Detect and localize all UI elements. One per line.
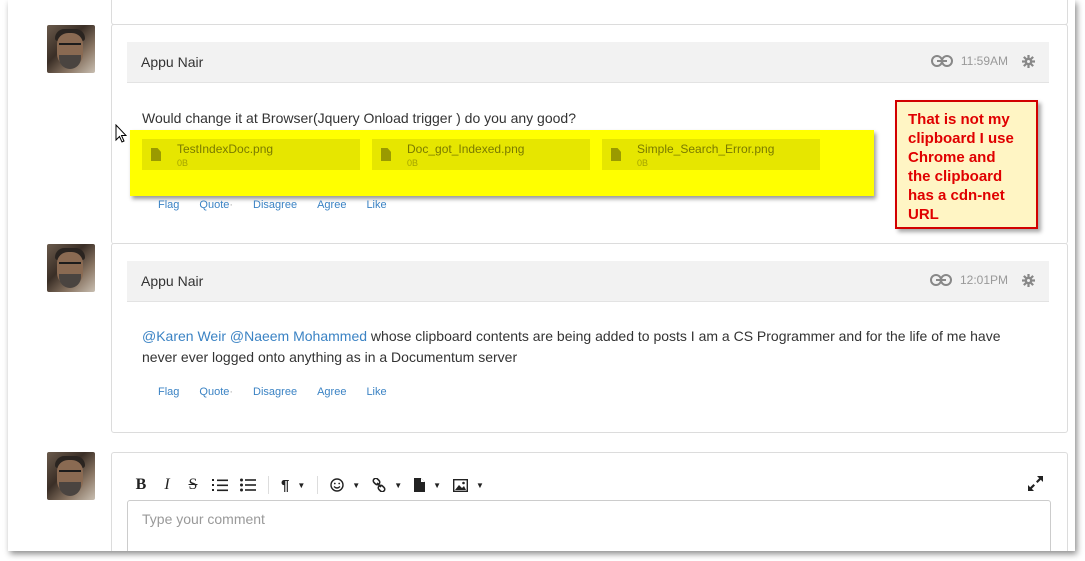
post-actions: Flag Quote · Disagree Agree Like [158,386,407,398]
post-timestamp[interactable]: 11:59AM [961,54,1008,68]
file-icon [381,148,391,161]
quote-link[interactable]: Quote [199,386,229,398]
file-icon [611,148,621,161]
link-icon [372,478,386,492]
caret-down-icon: ▼ [297,480,306,490]
mouse-cursor-icon [115,123,128,149]
mention-link[interactable]: @Karen Weir [142,328,226,344]
attachment[interactable]: Doc_got_Indexed.png 0B [372,139,590,170]
attachments-highlight: TestIndexDoc.png 0B Doc_got_Indexed.png … [130,130,874,196]
attachment-name: Doc_got_Indexed.png [407,142,525,156]
expand-icon[interactable] [1028,476,1043,496]
discussion-screenshot: Appu Nair 11:59AM Would change it at Bro… [8,0,1075,551]
agree-link[interactable]: Agree [317,199,346,211]
attachment-size: 0B [407,158,419,168]
post-body: @Karen Weir @Naeem Mohammed whose clipbo… [142,326,1022,368]
image-icon [453,478,469,492]
separator-dot: · [229,199,234,211]
post-body: Would change it at Browser(Jquery Onload… [142,110,576,126]
file-icon [414,478,426,492]
comment-textarea[interactable] [127,500,1051,551]
attachment-name: TestIndexDoc.png [177,142,274,156]
agree-link[interactable]: Agree [317,386,346,398]
annotation-callout: That is not my clipboard I use Chrome an… [895,100,1038,229]
post-header: Appu Nair 11:59AM [127,42,1049,83]
emoji-dropdown[interactable]: ▼ [330,474,360,496]
attachment-size: 0B [177,158,189,168]
link-dropdown[interactable]: ▼ [372,474,402,496]
separator-dot: · [229,386,234,398]
callout-line: the clipboard [908,168,1003,185]
flag-link[interactable]: Flag [158,386,179,398]
toolbar-divider [317,476,319,494]
callout-line: URL [908,206,939,223]
post-author[interactable]: Appu Nair [141,54,203,70]
attachment[interactable]: TestIndexDoc.png 0B [142,139,360,170]
caret-down-icon: ▼ [476,480,484,490]
avatar[interactable] [47,452,95,500]
paragraph-icon: ¶ [281,476,290,494]
post-timestamp[interactable]: 12:01PM [960,273,1008,287]
attachment-size: 0B [637,158,649,168]
post-header: Appu Nair 12:01PM [127,261,1049,302]
like-link[interactable]: Like [366,386,386,398]
callout-line: That is not my [908,111,1010,128]
post-author[interactable]: Appu Nair [141,273,203,289]
quote-link[interactable]: Quote [199,199,229,211]
comment-input[interactable] [140,510,1024,528]
disagree-link[interactable]: Disagree [253,199,297,211]
italic-button[interactable]: I [160,474,174,496]
flag-link[interactable]: Flag [158,199,179,211]
attachment-name: Simple_Search_Error.png [637,142,775,156]
editor-toolbar: B I S ¶ ▼ ▼ ▼ ▼ ▼ [134,474,496,496]
bullet-list-icon[interactable] [240,474,256,496]
caret-down-icon: ▼ [433,480,442,490]
gear-icon[interactable] [1022,54,1035,68]
paragraph-dropdown[interactable]: ¶ ▼ [281,474,305,496]
smiley-icon [330,478,344,492]
disagree-link[interactable]: Disagree [253,386,297,398]
avatar[interactable] [47,244,95,292]
callout-line: clipboard I use [908,130,1014,147]
attachment[interactable]: Simple_Search_Error.png 0B [602,139,820,170]
file-icon [151,148,161,161]
post-actions: Flag Quote · Disagree Agree Like [158,199,407,211]
file-dropdown[interactable]: ▼ [414,474,441,496]
bold-button[interactable]: B [134,474,148,496]
like-link[interactable]: Like [366,199,386,211]
caret-down-icon: ▼ [352,480,361,490]
mention-link[interactable]: @Naeem Mohammed [230,328,367,344]
previous-post-card [111,0,1068,25]
callout-line: Chrome and [908,149,996,166]
strikethrough-button[interactable]: S [186,474,200,496]
callout-line: has a cdn-net [908,187,1005,204]
permalink-icon[interactable] [929,274,952,286]
toolbar-divider [268,476,269,494]
caret-down-icon: ▼ [394,480,403,490]
permalink-icon[interactable] [930,55,953,67]
image-dropdown[interactable]: ▼ [453,474,484,496]
gear-icon[interactable] [1022,273,1035,287]
avatar[interactable] [47,25,95,73]
ordered-list-icon[interactable] [212,474,228,496]
